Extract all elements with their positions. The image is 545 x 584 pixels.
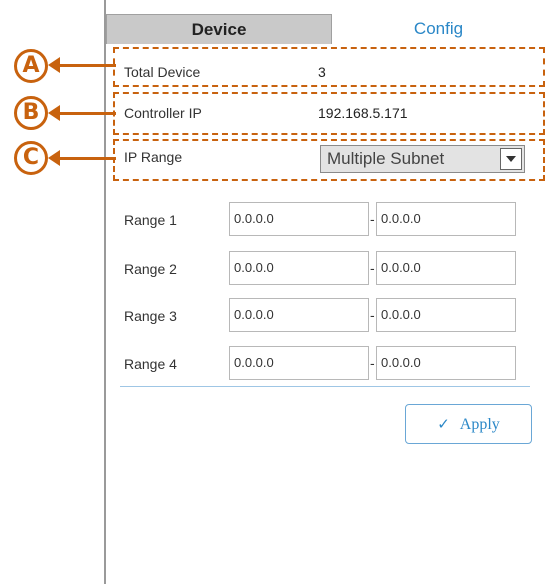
- range-3-end-input[interactable]: 0.0.0.0: [376, 298, 516, 332]
- callout-a-leader: [58, 64, 116, 67]
- range-2-separator: -: [370, 260, 375, 276]
- range-1-end-input[interactable]: 0.0.0.0: [376, 202, 516, 236]
- range-4-label: Range 4: [124, 356, 177, 372]
- range-1-start-input[interactable]: 0.0.0.0: [229, 202, 369, 236]
- callout-c-arrow: [48, 150, 60, 166]
- range-1-label: Range 1: [124, 212, 177, 228]
- callout-c-marker: C: [14, 141, 48, 175]
- apply-button[interactable]: ✓ Apply: [405, 404, 532, 444]
- ip-range-selected-value: Multiple Subnet: [327, 149, 445, 168]
- callout-a-marker: A: [14, 49, 48, 83]
- range-4-separator: -: [370, 355, 375, 371]
- callout-a-arrow: [48, 57, 60, 73]
- callout-b-marker: B: [14, 96, 48, 130]
- range-3-start-input[interactable]: 0.0.0.0: [229, 298, 369, 332]
- controller-ip-value: 192.168.5.171: [318, 105, 408, 121]
- tab-device[interactable]: Device: [106, 14, 332, 44]
- range-3-separator: -: [370, 307, 375, 323]
- divider: [120, 386, 530, 387]
- callout-c-leader: [58, 157, 116, 160]
- checkmark-icon: ✓: [437, 415, 450, 433]
- range-3-label: Range 3: [124, 308, 177, 324]
- range-1-separator: -: [370, 211, 375, 227]
- ip-range-select[interactable]: Multiple Subnet: [320, 145, 525, 173]
- config-panel: [104, 0, 545, 584]
- total-device-value: 3: [318, 64, 326, 80]
- range-2-start-input[interactable]: 0.0.0.0: [229, 251, 369, 285]
- callout-b-leader: [58, 112, 116, 115]
- ip-range-label: IP Range: [124, 149, 183, 165]
- controller-ip-label: Controller IP: [124, 105, 202, 121]
- callout-b-arrow: [48, 105, 60, 121]
- range-2-label: Range 2: [124, 261, 177, 277]
- chevron-down-icon[interactable]: [500, 148, 522, 170]
- range-4-start-input[interactable]: 0.0.0.0: [229, 346, 369, 380]
- apply-label: Apply: [459, 416, 500, 433]
- range-4-end-input[interactable]: 0.0.0.0: [376, 346, 516, 380]
- total-device-label: Total Device: [124, 64, 201, 80]
- range-2-end-input[interactable]: 0.0.0.0: [376, 251, 516, 285]
- tab-config[interactable]: Config: [332, 14, 545, 44]
